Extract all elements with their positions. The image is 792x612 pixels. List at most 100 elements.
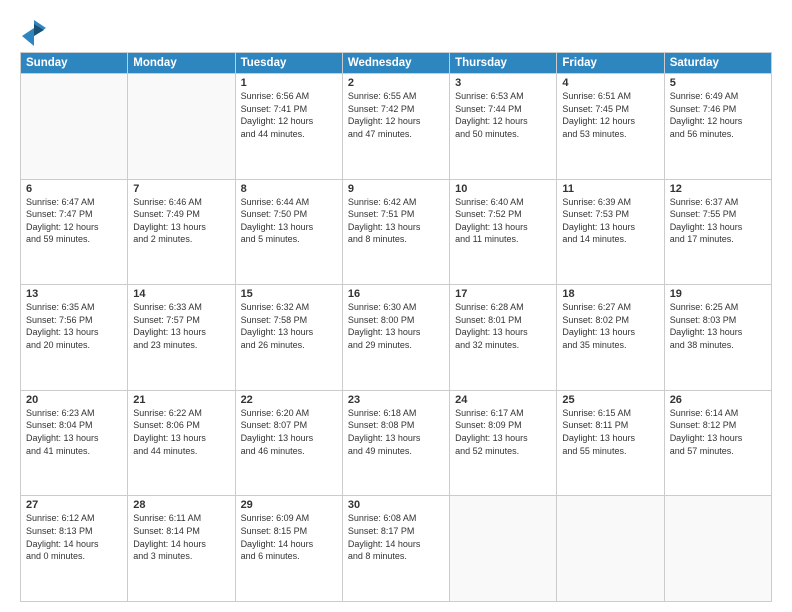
logo-icon: [20, 18, 48, 46]
day-detail: Sunrise: 6:14 AM Sunset: 8:12 PM Dayligh…: [670, 407, 766, 457]
header: [20, 18, 772, 46]
day-number: 26: [670, 394, 766, 406]
day-detail: Sunrise: 6:35 AM Sunset: 7:56 PM Dayligh…: [26, 301, 122, 351]
day-detail: Sunrise: 6:40 AM Sunset: 7:52 PM Dayligh…: [455, 196, 551, 246]
calendar-day-header: Wednesday: [342, 53, 449, 74]
calendar-cell: 29Sunrise: 6:09 AM Sunset: 8:15 PM Dayli…: [235, 496, 342, 602]
calendar-table: SundayMondayTuesdayWednesdayThursdayFrid…: [20, 52, 772, 602]
day-detail: Sunrise: 6:18 AM Sunset: 8:08 PM Dayligh…: [348, 407, 444, 457]
calendar-cell: 22Sunrise: 6:20 AM Sunset: 8:07 PM Dayli…: [235, 390, 342, 496]
calendar-cell: 30Sunrise: 6:08 AM Sunset: 8:17 PM Dayli…: [342, 496, 449, 602]
day-number: 25: [562, 394, 658, 406]
day-number: 24: [455, 394, 551, 406]
day-number: 11: [562, 183, 658, 195]
day-detail: Sunrise: 6:25 AM Sunset: 8:03 PM Dayligh…: [670, 301, 766, 351]
calendar-cell: 20Sunrise: 6:23 AM Sunset: 8:04 PM Dayli…: [21, 390, 128, 496]
day-detail: Sunrise: 6:28 AM Sunset: 8:01 PM Dayligh…: [455, 301, 551, 351]
calendar-cell: 5Sunrise: 6:49 AM Sunset: 7:46 PM Daylig…: [664, 74, 771, 180]
day-number: 13: [26, 288, 122, 300]
calendar-cell: 3Sunrise: 6:53 AM Sunset: 7:44 PM Daylig…: [450, 74, 557, 180]
day-detail: Sunrise: 6:46 AM Sunset: 7:49 PM Dayligh…: [133, 196, 229, 246]
calendar-cell: 26Sunrise: 6:14 AM Sunset: 8:12 PM Dayli…: [664, 390, 771, 496]
calendar-cell: 12Sunrise: 6:37 AM Sunset: 7:55 PM Dayli…: [664, 179, 771, 285]
calendar-day-header: Friday: [557, 53, 664, 74]
calendar-cell: 7Sunrise: 6:46 AM Sunset: 7:49 PM Daylig…: [128, 179, 235, 285]
calendar-cell: 21Sunrise: 6:22 AM Sunset: 8:06 PM Dayli…: [128, 390, 235, 496]
page: SundayMondayTuesdayWednesdayThursdayFrid…: [0, 0, 792, 612]
day-number: 28: [133, 499, 229, 511]
calendar-cell: 15Sunrise: 6:32 AM Sunset: 7:58 PM Dayli…: [235, 285, 342, 391]
calendar-header-row: SundayMondayTuesdayWednesdayThursdayFrid…: [21, 53, 772, 74]
calendar-week-row: 20Sunrise: 6:23 AM Sunset: 8:04 PM Dayli…: [21, 390, 772, 496]
day-number: 12: [670, 183, 766, 195]
calendar-cell: 1Sunrise: 6:56 AM Sunset: 7:41 PM Daylig…: [235, 74, 342, 180]
day-number: 30: [348, 499, 444, 511]
day-number: 5: [670, 77, 766, 89]
day-detail: Sunrise: 6:15 AM Sunset: 8:11 PM Dayligh…: [562, 407, 658, 457]
day-detail: Sunrise: 6:44 AM Sunset: 7:50 PM Dayligh…: [241, 196, 337, 246]
calendar-day-header: Tuesday: [235, 53, 342, 74]
day-number: 3: [455, 77, 551, 89]
day-number: 10: [455, 183, 551, 195]
calendar-week-row: 1Sunrise: 6:56 AM Sunset: 7:41 PM Daylig…: [21, 74, 772, 180]
calendar-week-row: 13Sunrise: 6:35 AM Sunset: 7:56 PM Dayli…: [21, 285, 772, 391]
calendar-cell: [450, 496, 557, 602]
day-number: 2: [348, 77, 444, 89]
day-detail: Sunrise: 6:12 AM Sunset: 8:13 PM Dayligh…: [26, 512, 122, 562]
calendar-day-header: Sunday: [21, 53, 128, 74]
day-detail: Sunrise: 6:53 AM Sunset: 7:44 PM Dayligh…: [455, 90, 551, 140]
calendar-cell: 2Sunrise: 6:55 AM Sunset: 7:42 PM Daylig…: [342, 74, 449, 180]
calendar-cell: [21, 74, 128, 180]
day-detail: Sunrise: 6:33 AM Sunset: 7:57 PM Dayligh…: [133, 301, 229, 351]
day-detail: Sunrise: 6:51 AM Sunset: 7:45 PM Dayligh…: [562, 90, 658, 140]
calendar-cell: 8Sunrise: 6:44 AM Sunset: 7:50 PM Daylig…: [235, 179, 342, 285]
day-number: 29: [241, 499, 337, 511]
calendar-body: 1Sunrise: 6:56 AM Sunset: 7:41 PM Daylig…: [21, 74, 772, 602]
calendar-cell: 16Sunrise: 6:30 AM Sunset: 8:00 PM Dayli…: [342, 285, 449, 391]
calendar-cell: 13Sunrise: 6:35 AM Sunset: 7:56 PM Dayli…: [21, 285, 128, 391]
day-number: 1: [241, 77, 337, 89]
calendar-week-row: 6Sunrise: 6:47 AM Sunset: 7:47 PM Daylig…: [21, 179, 772, 285]
day-number: 15: [241, 288, 337, 300]
calendar-cell: 6Sunrise: 6:47 AM Sunset: 7:47 PM Daylig…: [21, 179, 128, 285]
day-number: 21: [133, 394, 229, 406]
day-detail: Sunrise: 6:56 AM Sunset: 7:41 PM Dayligh…: [241, 90, 337, 140]
day-detail: Sunrise: 6:55 AM Sunset: 7:42 PM Dayligh…: [348, 90, 444, 140]
day-number: 20: [26, 394, 122, 406]
day-detail: Sunrise: 6:42 AM Sunset: 7:51 PM Dayligh…: [348, 196, 444, 246]
day-detail: Sunrise: 6:32 AM Sunset: 7:58 PM Dayligh…: [241, 301, 337, 351]
calendar-cell: 10Sunrise: 6:40 AM Sunset: 7:52 PM Dayli…: [450, 179, 557, 285]
day-detail: Sunrise: 6:20 AM Sunset: 8:07 PM Dayligh…: [241, 407, 337, 457]
calendar-day-header: Monday: [128, 53, 235, 74]
day-number: 16: [348, 288, 444, 300]
calendar-cell: 27Sunrise: 6:12 AM Sunset: 8:13 PM Dayli…: [21, 496, 128, 602]
calendar-week-row: 27Sunrise: 6:12 AM Sunset: 8:13 PM Dayli…: [21, 496, 772, 602]
day-detail: Sunrise: 6:22 AM Sunset: 8:06 PM Dayligh…: [133, 407, 229, 457]
calendar-cell: 14Sunrise: 6:33 AM Sunset: 7:57 PM Dayli…: [128, 285, 235, 391]
day-number: 4: [562, 77, 658, 89]
day-detail: Sunrise: 6:39 AM Sunset: 7:53 PM Dayligh…: [562, 196, 658, 246]
day-number: 7: [133, 183, 229, 195]
calendar-cell: 28Sunrise: 6:11 AM Sunset: 8:14 PM Dayli…: [128, 496, 235, 602]
logo: [20, 18, 52, 46]
day-detail: Sunrise: 6:30 AM Sunset: 8:00 PM Dayligh…: [348, 301, 444, 351]
calendar-cell: [557, 496, 664, 602]
day-number: 9: [348, 183, 444, 195]
day-number: 19: [670, 288, 766, 300]
day-number: 27: [26, 499, 122, 511]
day-number: 18: [562, 288, 658, 300]
calendar-cell: 19Sunrise: 6:25 AM Sunset: 8:03 PM Dayli…: [664, 285, 771, 391]
day-detail: Sunrise: 6:11 AM Sunset: 8:14 PM Dayligh…: [133, 512, 229, 562]
day-number: 14: [133, 288, 229, 300]
day-detail: Sunrise: 6:09 AM Sunset: 8:15 PM Dayligh…: [241, 512, 337, 562]
calendar-cell: 11Sunrise: 6:39 AM Sunset: 7:53 PM Dayli…: [557, 179, 664, 285]
day-detail: Sunrise: 6:08 AM Sunset: 8:17 PM Dayligh…: [348, 512, 444, 562]
day-detail: Sunrise: 6:37 AM Sunset: 7:55 PM Dayligh…: [670, 196, 766, 246]
calendar-cell: 25Sunrise: 6:15 AM Sunset: 8:11 PM Dayli…: [557, 390, 664, 496]
calendar-day-header: Saturday: [664, 53, 771, 74]
calendar-cell: 4Sunrise: 6:51 AM Sunset: 7:45 PM Daylig…: [557, 74, 664, 180]
calendar-cell: 23Sunrise: 6:18 AM Sunset: 8:08 PM Dayli…: [342, 390, 449, 496]
calendar-cell: [664, 496, 771, 602]
day-number: 23: [348, 394, 444, 406]
day-detail: Sunrise: 6:17 AM Sunset: 8:09 PM Dayligh…: [455, 407, 551, 457]
